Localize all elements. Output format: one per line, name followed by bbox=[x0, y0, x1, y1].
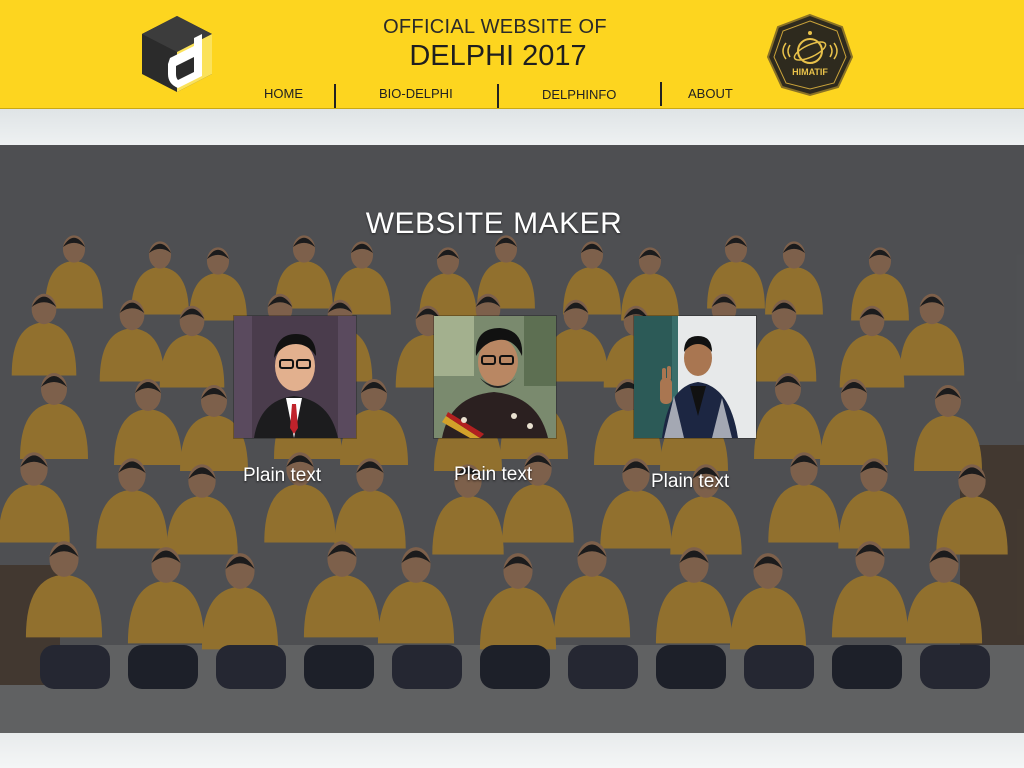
member-caption: Plain text bbox=[651, 471, 730, 492]
member-photo-plaid[interactable] bbox=[633, 315, 757, 439]
member-caption: Plain text bbox=[454, 464, 533, 485]
site-header: OFFICIAL WEBSITE OF DELPHI 2017 HOME BIO… bbox=[0, 0, 1024, 109]
nav-about[interactable]: ABOUT bbox=[688, 86, 733, 101]
bottom-divider-band bbox=[0, 733, 1024, 768]
section-title: WEBSITE MAKER bbox=[365, 207, 623, 240]
member-photo-suit[interactable] bbox=[233, 315, 357, 439]
member-photo-glasses[interactable] bbox=[433, 315, 557, 439]
nav-home[interactable]: HOME bbox=[264, 86, 303, 101]
himatif-badge-icon[interactable]: HIMATIF bbox=[766, 13, 854, 97]
nav-divider bbox=[334, 84, 336, 108]
nav-delphinfo[interactable]: DELPHINFO bbox=[542, 87, 616, 102]
nav-bio-delphi[interactable]: BIO-DELPHI bbox=[379, 86, 453, 101]
nav-divider bbox=[660, 82, 662, 106]
member-caption: Plain text bbox=[243, 465, 322, 486]
top-divider-band bbox=[0, 109, 1024, 145]
group-photo-background: WEBSITE MAKER Plain text Plain text Plai… bbox=[0, 145, 1024, 733]
svg-text:HIMATIF: HIMATIF bbox=[792, 67, 828, 77]
nav-divider bbox=[497, 84, 499, 108]
